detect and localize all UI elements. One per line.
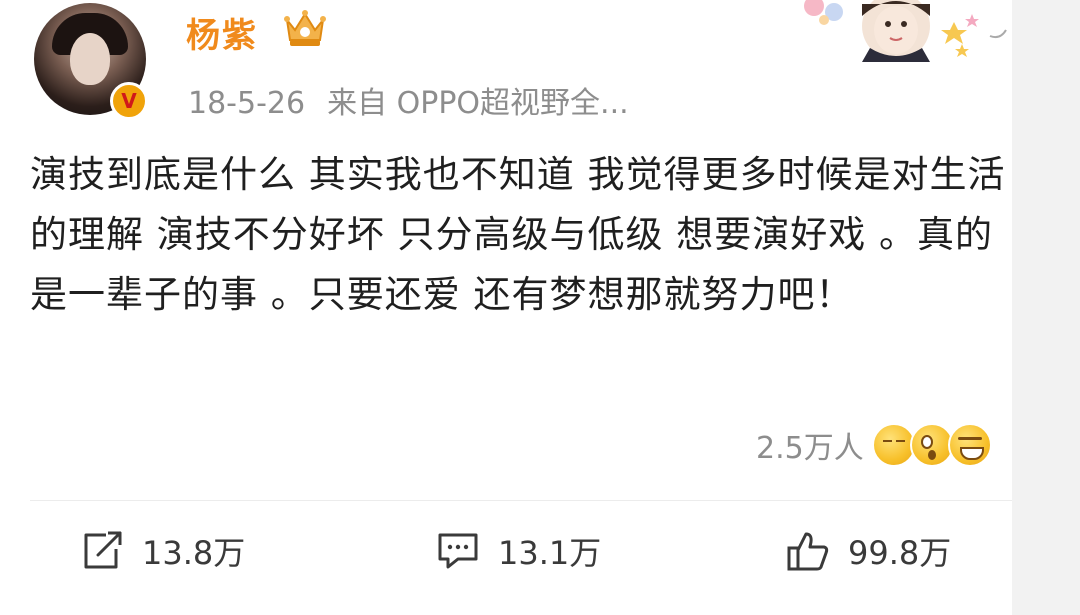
repost-icon [84, 531, 122, 569]
like-count: 99.8万 [848, 534, 952, 572]
comment-count: 13.1万 [498, 534, 602, 572]
post-source[interactable]: 来自 OPPO超视野全... [327, 86, 629, 121]
avatar-face [70, 33, 110, 85]
laughing-emoji-icon [947, 423, 992, 467]
reactions-summary[interactable]: 2.5万人 [756, 420, 992, 470]
verified-badge-icon: V [110, 82, 148, 120]
right-edge-background [1012, 0, 1080, 615]
like-button[interactable]: 99.8万 [786, 526, 951, 576]
crown-badge-icon[interactable] [282, 6, 328, 50]
comment-button[interactable]: 13.1万 [436, 526, 601, 576]
comment-icon [438, 533, 478, 569]
post-body: 演技到底是什么 其实我也不知道 我觉得更多时候是对生活的理解 演技不分好坏 只分… [30, 153, 1006, 316]
author-name[interactable]: 杨紫 [186, 8, 258, 57]
card-decoration-icon [804, 0, 1007, 62]
weibo-post-card: V 杨紫 18-5-26 来自 OPPO超视野全... 演技到底是什么 其实我也不… [0, 0, 1080, 615]
repost-count: 13.8万 [142, 534, 246, 572]
post-meta: 18-5-26 来自 OPPO超视野全... [188, 78, 629, 122]
reactions-count: 2.5万人 [756, 431, 864, 466]
action-bar-divider [30, 500, 1012, 501]
thumbs-up-icon [787, 532, 829, 571]
post-date: 18-5-26 [188, 86, 306, 121]
repost-button[interactable]: 13.8万 [80, 526, 245, 576]
